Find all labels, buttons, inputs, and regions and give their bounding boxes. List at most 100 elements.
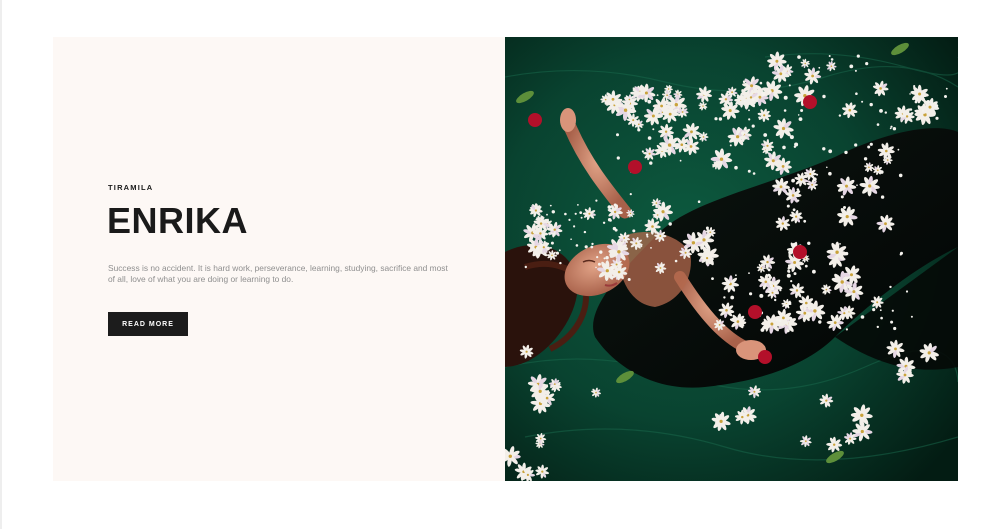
- flower-center: [664, 130, 668, 133]
- babys-breath-dot: [818, 308, 821, 312]
- flower-center: [775, 59, 779, 63]
- babys-breath-dot: [551, 210, 555, 214]
- flower-center: [553, 228, 556, 231]
- flower-center: [611, 97, 615, 101]
- babys-breath-dot: [788, 264, 791, 268]
- babys-breath-dot: [767, 273, 771, 277]
- babys-breath-dot: [935, 116, 939, 120]
- babys-breath-dot: [727, 281, 731, 284]
- flower-center: [545, 396, 549, 400]
- flower-center: [781, 222, 784, 225]
- flower-center: [553, 383, 556, 385]
- babys-breath-dot: [732, 317, 734, 320]
- babys-breath-dot: [535, 253, 539, 257]
- flower-center: [918, 92, 922, 96]
- babys-breath-dot: [637, 128, 641, 132]
- flower-center: [728, 109, 732, 113]
- babys-breath-dot: [650, 247, 652, 249]
- flower-center: [661, 210, 665, 214]
- babys-breath-dot: [705, 244, 709, 248]
- babys-breath-dot: [892, 127, 897, 131]
- babys-breath-dot: [596, 256, 599, 259]
- babys-breath-dot: [785, 303, 789, 308]
- babys-breath-dot: [889, 285, 892, 289]
- babys-breath-dot: [602, 221, 606, 224]
- babys-breath-dot: [788, 301, 792, 305]
- babys-breath-dot: [843, 206, 846, 209]
- babys-breath-dot: [804, 264, 808, 268]
- babys-breath-dot: [718, 117, 723, 121]
- babys-breath-dot: [898, 173, 903, 178]
- flower-center: [595, 391, 597, 394]
- flower-center: [644, 91, 648, 95]
- babys-breath-dot: [549, 246, 552, 249]
- babys-breath-dot: [828, 55, 831, 57]
- babys-breath-dot: [826, 166, 828, 169]
- babys-breath-dot: [550, 232, 553, 235]
- babys-breath-dot: [595, 199, 598, 202]
- babys-breath-dot: [760, 328, 765, 332]
- babys-breath-dot: [910, 315, 913, 318]
- babys-breath-dot: [793, 272, 797, 276]
- flower-center: [770, 322, 774, 326]
- babys-breath-dot: [782, 145, 786, 150]
- flower-center: [702, 238, 706, 242]
- flower-center: [800, 178, 803, 181]
- babys-breath-dot: [564, 212, 567, 216]
- babys-breath-dot: [789, 135, 794, 140]
- flower-center: [850, 273, 853, 277]
- flower-center: [648, 152, 651, 155]
- flower-center: [779, 185, 783, 189]
- babys-breath-dot: [723, 296, 726, 299]
- babys-breath-dot: [577, 204, 579, 206]
- babys-breath-dot: [536, 246, 539, 250]
- flower-center: [623, 108, 628, 112]
- flower-center: [868, 166, 870, 169]
- red-rose: [758, 350, 772, 364]
- flower-center: [659, 235, 662, 237]
- babys-breath-dot: [558, 249, 561, 252]
- babys-breath-dot: [803, 219, 807, 223]
- flower-center: [825, 399, 828, 402]
- babys-breath-dot: [854, 69, 857, 72]
- babys-breath-dot: [876, 123, 880, 126]
- babys-breath-dot: [758, 116, 761, 119]
- babys-breath-dot: [786, 273, 791, 278]
- babys-breath-dot: [656, 211, 660, 215]
- babys-breath-dot: [840, 195, 844, 199]
- flower-center: [804, 257, 807, 260]
- flower-center: [588, 212, 591, 215]
- red-rose: [528, 113, 542, 127]
- read-more-button[interactable]: READ MORE: [108, 312, 188, 336]
- babys-breath-dot: [640, 245, 643, 248]
- babys-breath-dot: [921, 109, 925, 112]
- flower-center: [706, 257, 709, 260]
- babys-breath-dot: [797, 199, 800, 202]
- babys-breath-dot: [818, 66, 821, 69]
- babys-breath-dot: [807, 241, 811, 245]
- babys-breath-dot: [775, 318, 779, 322]
- babys-breath-dot: [900, 113, 902, 116]
- flower-center: [758, 95, 762, 99]
- babys-breath-dot: [733, 140, 737, 143]
- babys-breath-dot: [812, 269, 816, 274]
- babys-breath-dot: [893, 326, 897, 331]
- babys-breath-dot: [548, 232, 551, 235]
- babys-breath-dot: [822, 147, 826, 151]
- flower-center: [525, 350, 528, 353]
- babys-breath-dot: [769, 284, 773, 288]
- flower-center: [879, 87, 882, 90]
- babys-breath-dot: [616, 103, 619, 106]
- babys-breath-dot: [779, 289, 782, 292]
- babys-breath-dot: [788, 84, 791, 87]
- babys-breath-dot: [749, 292, 753, 296]
- babys-breath-dot: [751, 98, 755, 102]
- babys-breath-dot: [747, 169, 751, 173]
- babys-breath-dot: [945, 87, 948, 90]
- babys-breath-dot: [761, 91, 765, 95]
- flower-center: [903, 373, 907, 377]
- flower-center: [760, 267, 763, 269]
- flower-center: [791, 194, 795, 197]
- flower-center: [771, 291, 774, 294]
- babys-breath-dot: [632, 229, 636, 233]
